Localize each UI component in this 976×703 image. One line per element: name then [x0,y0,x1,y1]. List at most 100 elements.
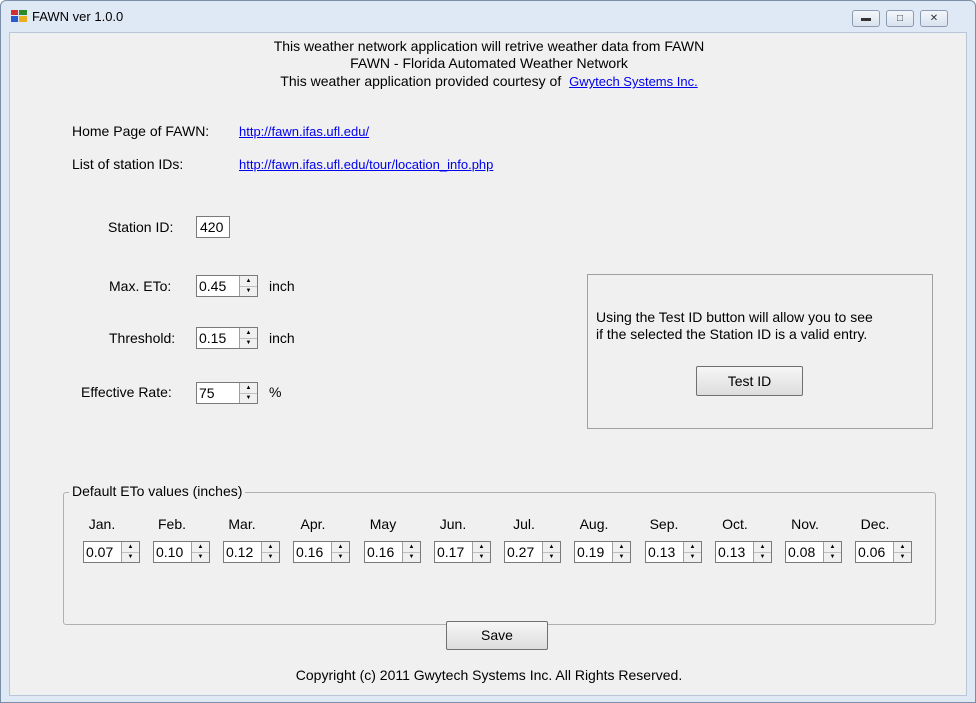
month-spinner-sep[interactable]: 0.13 ▲ ▼ [645,541,702,563]
month-spinner-dec[interactable]: 0.06 ▲ ▼ [855,541,912,563]
max-eto-spinner[interactable]: 0.45 ▲ ▼ [196,275,258,297]
spinner-arrows: ▲ ▼ [542,542,560,562]
month-value: 0.06 [858,544,886,560]
spin-down-icon[interactable]: ▼ [332,552,349,562]
effective-rate-arrows: ▲ ▼ [239,383,257,403]
month-spinner-oct[interactable]: 0.13 ▲ ▼ [715,541,772,563]
close-icon: ✕ [929,13,939,24]
month-spinner-apr[interactable]: 0.16 ▲ ▼ [293,541,350,563]
minimize-button[interactable]: ▬ [852,10,880,27]
title-bar[interactable]: FAWN ver 1.0.0 ▬ □ ✕ [1,1,975,31]
spin-down-icon[interactable]: ▼ [473,552,490,562]
spinner-arrows: ▲ ▼ [823,542,841,562]
default-eto-group: Default ETo values (inches) Jan. Feb. Ma… [63,483,936,625]
month-value: 0.16 [367,544,395,560]
minimize-icon: ▬ [861,13,871,24]
month-value: 0.12 [226,544,254,560]
home-page-label: Home Page of FAWN: [72,123,210,139]
client-area: This weather network application will re… [9,32,967,696]
month-value: 0.16 [296,544,324,560]
month-value: 0.08 [788,544,816,560]
home-page-link[interactable]: http://fawn.ifas.ufl.edu/ [239,124,369,139]
header-line-3: This weather application provided courte… [10,73,968,89]
station-id-label: Station ID: [108,219,174,235]
month-label-sep: Sep. [649,516,679,532]
threshold-value: 0.15 [199,330,227,346]
month-label-oct: Oct. [722,516,748,532]
station-id-input[interactable]: 420 [196,216,230,238]
month-spinner-jul[interactable]: 0.27 ▲ ▼ [504,541,561,563]
month-spinner-aug[interactable]: 0.19 ▲ ▼ [574,541,631,563]
month-label-aug: Aug. [579,516,609,532]
spinner-arrows: ▲ ▼ [893,542,911,562]
month-label-jun: Jun. [439,516,467,532]
max-eto-value: 0.45 [199,278,227,294]
spin-down-icon[interactable]: ▼ [684,552,701,562]
effective-rate-unit: % [269,384,282,400]
spin-down-icon[interactable]: ▼ [613,552,630,562]
test-id-help-line-2: if the selected the Station ID is a vali… [596,326,868,342]
month-label-nov: Nov. [791,516,819,532]
effective-rate-spinner[interactable]: 75 ▲ ▼ [196,382,258,404]
spin-down-icon[interactable]: ▼ [262,552,279,562]
station-list-label: List of station IDs: [72,156,184,172]
spin-down-icon[interactable]: ▼ [240,286,257,296]
month-spinner-feb[interactable]: 0.10 ▲ ▼ [153,541,210,563]
spin-down-icon[interactable]: ▼ [894,552,911,562]
test-id-button[interactable]: Test ID [696,366,803,396]
spin-down-icon[interactable]: ▼ [403,552,420,562]
month-value: 0.27 [507,544,535,560]
month-spinner-jun[interactable]: 0.17 ▲ ▼ [434,541,491,563]
month-value: 0.07 [86,544,114,560]
threshold-unit: inch [269,330,295,346]
courtesy-text: This weather application provided courte… [280,73,562,89]
spinner-arrows: ▲ ▼ [612,542,630,562]
effective-rate-label: Effective Rate: [81,384,172,400]
copyright-text: Copyright (c) 2011 Gwytech Systems Inc. … [295,667,683,683]
spin-down-icon[interactable]: ▼ [240,338,257,348]
month-spinner-mar[interactable]: 0.12 ▲ ▼ [223,541,280,563]
threshold-label: Threshold: [109,330,176,346]
spin-down-icon[interactable]: ▼ [122,552,139,562]
month-label-mar: Mar. [228,516,256,532]
spin-down-icon[interactable]: ▼ [824,552,841,562]
max-eto-label: Max. ETo: [109,278,172,294]
spin-down-icon[interactable]: ▼ [543,552,560,562]
month-value: 0.19 [577,544,605,560]
window-title: FAWN ver 1.0.0 [32,9,124,24]
month-value: 0.10 [156,544,184,560]
month-label-feb: Feb. [157,516,186,532]
spinner-arrows: ▲ ▼ [753,542,771,562]
spin-down-icon[interactable]: ▼ [754,552,771,562]
header-line-2: FAWN - Florida Automated Weather Network [350,55,628,71]
month-spinner-may[interactable]: 0.16 ▲ ▼ [364,541,421,563]
month-label-jul: Jul. [513,516,535,532]
month-label-apr: Apr. [300,516,326,532]
spinner-arrows: ▲ ▼ [331,542,349,562]
month-spinner-jan[interactable]: 0.07 ▲ ▼ [83,541,140,563]
app-window-icon [11,10,27,22]
header-line-1: This weather network application will re… [273,38,705,54]
spin-down-icon[interactable]: ▼ [240,393,257,403]
save-button[interactable]: Save [446,621,548,650]
month-label-jan: Jan. [88,516,116,532]
effective-rate-value: 75 [199,385,215,401]
month-value: 0.17 [437,544,465,560]
test-id-panel: Using the Test ID button will allow you … [587,274,933,429]
max-eto-arrows: ▲ ▼ [239,276,257,296]
default-eto-legend: Default ETo values (inches) [69,483,246,499]
max-eto-unit: inch [269,278,295,294]
spinner-arrows: ▲ ▼ [191,542,209,562]
spinner-arrows: ▲ ▼ [261,542,279,562]
spinner-arrows: ▲ ▼ [402,542,420,562]
month-spinner-nov[interactable]: 0.08 ▲ ▼ [785,541,842,563]
spin-down-icon[interactable]: ▼ [192,552,209,562]
spinner-arrows: ▲ ▼ [121,542,139,562]
courtesy-link[interactable]: Gwytech Systems Inc. [569,74,698,89]
threshold-spinner[interactable]: 0.15 ▲ ▼ [196,327,258,349]
month-value: 0.13 [718,544,746,560]
maximize-button[interactable]: □ [886,10,914,27]
app-window: FAWN ver 1.0.0 ▬ □ ✕ This weather networ… [0,0,976,703]
close-button[interactable]: ✕ [920,10,948,27]
station-list-link[interactable]: http://fawn.ifas.ufl.edu/tour/location_i… [239,157,493,172]
